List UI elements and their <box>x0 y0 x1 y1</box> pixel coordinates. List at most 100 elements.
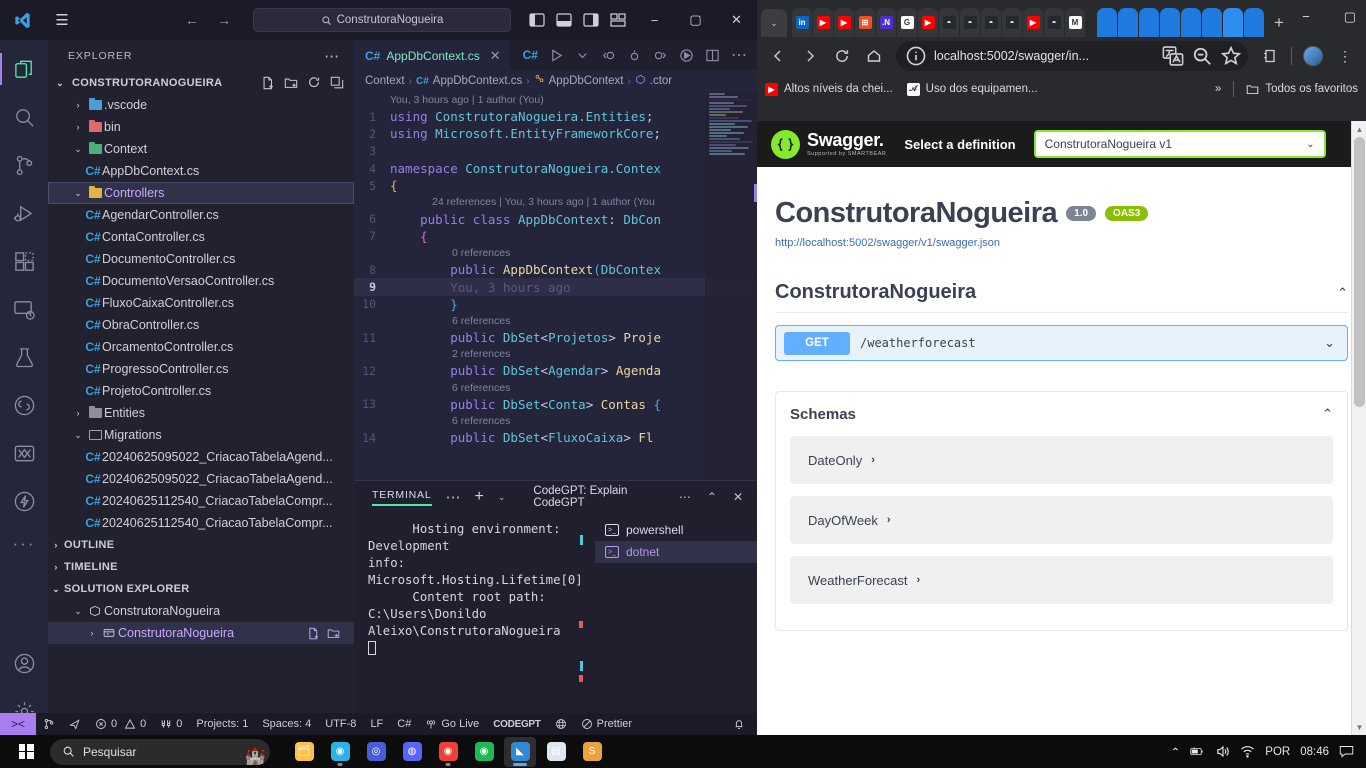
taskbar-search[interactable]: Pesquisar 🏰 <box>50 738 270 765</box>
file-item[interactable]: C# 20240625112540_CriacaoTabelaCompr... <box>48 512 354 534</box>
file-item[interactable]: C# DocumentoVersaoController.cs <box>48 270 354 292</box>
browser-back-button[interactable] <box>763 41 793 71</box>
explorer-more-icon[interactable]: ⋯ <box>324 47 346 65</box>
nav-back-button[interactable]: ← <box>185 12 199 28</box>
swagger-tab[interactable] <box>1118 8 1138 37</box>
browser-tab[interactable]: G <box>897 8 917 37</box>
browser-tab[interactable]: M <box>1065 8 1085 37</box>
all-bookmarks-button[interactable]: Todos os favoritos <box>1246 83 1358 96</box>
bookmark-item[interactable]: ▶ Altos níveis da chei... <box>765 82 893 96</box>
swagger-tab[interactable] <box>1139 8 1159 37</box>
collapse-all-icon[interactable] <box>330 76 344 90</box>
activity-run-debug-icon[interactable] <box>0 189 48 237</box>
codelens-text[interactable]: 6 references <box>452 382 510 394</box>
folder-item[interactable]: ⌄ Context <box>48 138 354 160</box>
schema-model-row[interactable]: DateOnly › <box>790 436 1333 484</box>
swagger-tab-active[interactable] <box>1223 8 1243 37</box>
activity-accounts-icon[interactable] <box>0 639 48 687</box>
bookmarks-overflow-button[interactable]: » <box>1215 83 1221 95</box>
status-projects[interactable]: Projects: 1 <box>189 713 255 735</box>
file-item[interactable]: C# AppDbContext.cs <box>48 160 354 182</box>
file-item[interactable]: C# 20240625095022_CriacaoTabelaAgend... <box>48 468 354 490</box>
activity-thunder-client-icon[interactable] <box>0 477 48 525</box>
file-item[interactable]: C# 20240625095022_CriacaoTabelaAgend... <box>48 446 354 468</box>
chevron-down-icon[interactable]: ⌄ <box>1324 335 1339 351</box>
status-eol[interactable]: LF <box>363 713 390 735</box>
extensions-icon[interactable] <box>1255 41 1285 71</box>
activity-remote-explorer-icon[interactable] <box>0 285 48 333</box>
zoom-out-icon[interactable] <box>1191 45 1213 67</box>
page-scrollbar[interactable]: ▲ ▼ <box>1351 121 1366 735</box>
run-button-icon[interactable] <box>549 48 564 63</box>
taskbar-app-office[interactable]: ◎ <box>360 737 392 767</box>
file-item[interactable]: C# ContaController.cs <box>48 226 354 248</box>
activity-visual-studio-icon[interactable] <box>0 429 48 477</box>
chevron-right-icon[interactable]: › <box>70 122 86 132</box>
terminal-output[interactable]: Hosting environment: Development info: M… <box>354 513 595 735</box>
breadcrumb-item[interactable]: .ctor <box>650 75 672 87</box>
status-notifications[interactable] <box>726 713 757 735</box>
address-bar[interactable]: localhost:5002/swagger/in... <box>896 41 1248 71</box>
taskbar-app-google-chrome[interactable]: ◉ <box>432 737 464 767</box>
taskbar-app-discord[interactable]: ◍ <box>396 737 428 767</box>
chevron-down-icon[interactable]: ⌄ <box>70 430 86 441</box>
schema-model-row[interactable]: WeatherForecast › <box>790 556 1333 604</box>
chevron-down-icon[interactable]: ⌄ <box>70 144 86 155</box>
file-item[interactable]: C# FluxoCaixaController.cs <box>48 292 354 314</box>
breadcrumb-item[interactable]: AppDbContext <box>549 75 624 87</box>
chevron-right-icon[interactable]: › <box>70 100 86 110</box>
status-language-mode[interactable]: C# <box>390 713 418 735</box>
notification-center-icon[interactable] <box>1339 744 1354 759</box>
schema-model-row[interactable]: DayOfWeek › <box>790 496 1333 544</box>
scroll-down-arrow-icon[interactable]: ▼ <box>1352 719 1366 735</box>
chevron-down-icon[interactable]: ⌄ <box>70 188 86 199</box>
codelens-text[interactable]: 2 references <box>452 348 510 360</box>
new-terminal-icon[interactable]: + <box>475 488 484 506</box>
menu-hamburger-icon[interactable]: ☰ <box>44 11 80 29</box>
codelens-text[interactable]: 0 references <box>452 247 510 259</box>
site-info-icon[interactable] <box>905 45 927 67</box>
codelens-text[interactable]: 6 references <box>452 415 510 427</box>
panel-close-icon[interactable]: ✕ <box>733 490 743 504</box>
status-ports[interactable]: 0 <box>153 713 189 735</box>
chrome-minimize-button[interactable]: − <box>1284 0 1328 33</box>
api-tag-header[interactable]: ConstrutoraNogueira ⌃ <box>775 281 1348 313</box>
window-maximize-button[interactable]: ▢ <box>675 0 716 40</box>
schemas-header[interactable]: Schemas ⌃ <box>790 392 1333 436</box>
status-encoding[interactable]: UTF-8 <box>318 713 363 735</box>
activity-codegpt-icon[interactable] <box>0 381 48 429</box>
editor-more-icon[interactable]: ⋯ <box>731 45 747 65</box>
browser-tab[interactable]: ⊞ <box>855 8 875 37</box>
split-editor-icon[interactable] <box>705 48 720 63</box>
file-item[interactable]: C# AgendarController.cs <box>48 204 354 226</box>
file-item[interactable]: C# ProjetoController.cs <box>48 380 354 402</box>
run-with-debug-icon[interactable] <box>679 48 694 63</box>
solution-item[interactable]: ⌄ ConstrutoraNogueira <box>48 600 354 622</box>
taskbar-app-visual-studio-code[interactable]: ◣ <box>504 736 536 767</box>
file-item[interactable]: C# 20240625112540_CriacaoTabelaCompr... <box>48 490 354 512</box>
terminal-list-item[interactable]: >_ dotnet <box>595 541 757 563</box>
toggle-panel-icon[interactable] <box>556 13 573 27</box>
browser-tab[interactable]: ▶ <box>918 8 938 37</box>
browser-tab[interactable]: in <box>792 8 812 37</box>
definition-select[interactable]: ConstrutoraNogueira v1 ⌄ <box>1033 130 1326 158</box>
activity-extensions-icon[interactable] <box>0 237 48 285</box>
activity-source-control-icon[interactable] <box>0 141 48 189</box>
chrome-menu-icon[interactable]: ⋮ <box>1330 41 1360 71</box>
activity-more-icon[interactable]: ··· <box>13 525 36 563</box>
sidebar-section-outline[interactable]: › OUTLINE <box>48 534 354 556</box>
panel-tab-terminal[interactable]: TERMINAL <box>372 489 432 506</box>
browser-tab[interactable]: ◓ <box>1044 8 1064 37</box>
start-button[interactable] <box>4 735 48 768</box>
browser-reload-button[interactable] <box>827 41 857 71</box>
new-file-icon[interactable] <box>307 627 320 640</box>
toggle-secondary-sidebar-icon[interactable] <box>583 13 600 27</box>
status-problems[interactable]: 0 0 <box>88 713 153 735</box>
status-go-live[interactable]: Go Live <box>418 713 486 735</box>
taskbar-app-microsoft-edge[interactable]: ◉ <box>324 737 356 767</box>
bookmark-item[interactable]: 𝒜 Uso dos equipamen... <box>906 82 1038 96</box>
file-item[interactable]: C# ObraController.cs <box>48 314 354 336</box>
editor-minimap[interactable] <box>705 92 757 480</box>
new-folder-icon[interactable] <box>327 627 340 640</box>
folder-item[interactable]: › .vscode <box>48 94 354 116</box>
